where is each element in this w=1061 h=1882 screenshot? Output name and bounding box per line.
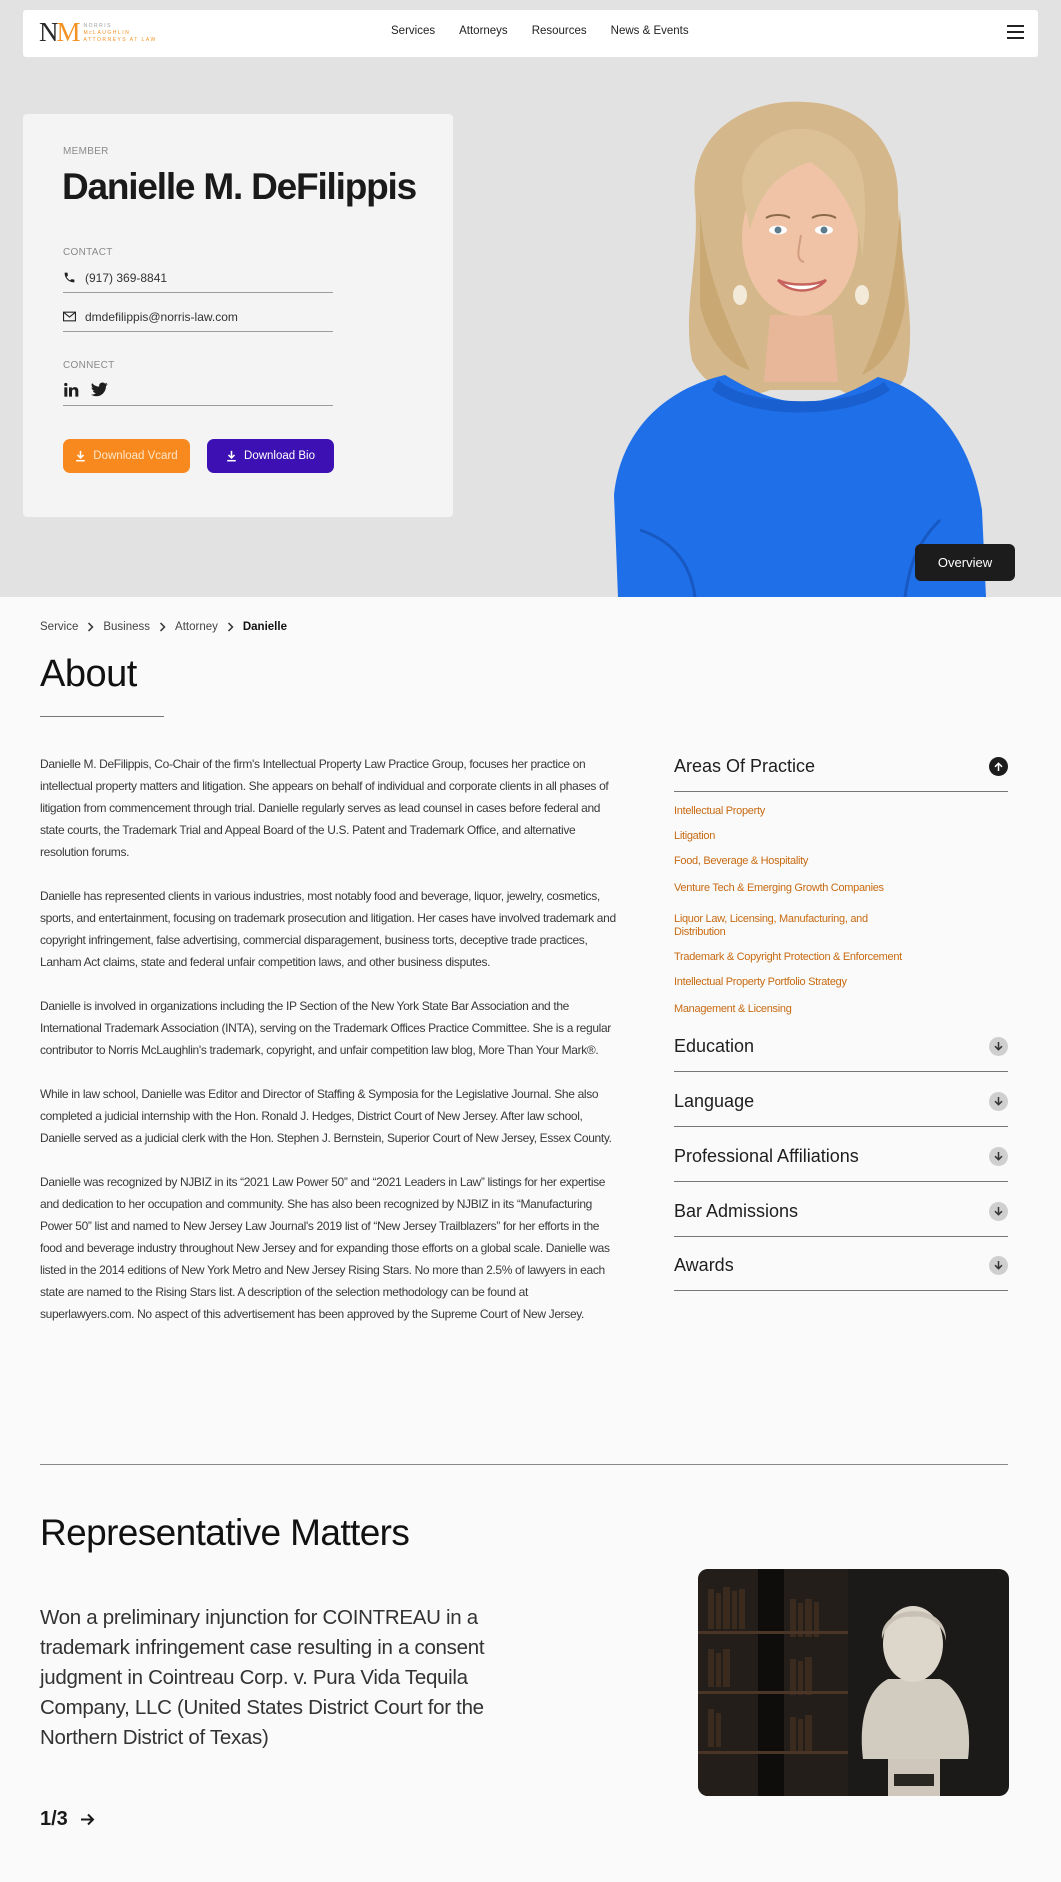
breadcrumb: Service Business Attorney Danielle [40, 621, 287, 633]
logo-monogram: NM [39, 17, 81, 47]
section-divider [40, 1464, 1008, 1465]
matter-description: Won a preliminary injunction for COINTRE… [40, 1606, 485, 1749]
accordion-title: Education [674, 1035, 755, 1056]
twitter-icon[interactable] [91, 382, 108, 397]
expand-down-icon[interactable] [989, 1091, 1008, 1111]
breadcrumb-current: Danielle [242, 621, 287, 633]
download-icon [227, 450, 236, 462]
practice-area-link[interactable]: Management & Licensing [674, 1003, 792, 1015]
breadcrumb-service[interactable]: Service [40, 621, 78, 633]
bio-paragraph: Danielle is involved in organizations in… [40, 999, 611, 1057]
chevron-right-icon [160, 622, 166, 632]
practice-area-link[interactable]: Liquor Law, Licensing, Manufacturing, an… [674, 913, 868, 925]
accordion-title: Bar Admissions [674, 1200, 799, 1221]
firm-logo[interactable]: NM NORRIS McLAUGHLIN ATTORNEYS AT LAW [39, 19, 157, 46]
nav-link-services[interactable]: Services [391, 25, 435, 37]
expand-down-icon[interactable] [989, 1146, 1008, 1166]
email-row[interactable]: dmdefilippis@norris-law.com [63, 302, 333, 332]
accordion-title: Language [674, 1090, 755, 1111]
page-indicator: 1/3 [40, 1808, 68, 1830]
expand-down-icon[interactable] [989, 1255, 1008, 1275]
representative-matters-heading: Representative Matters [40, 1512, 410, 1553]
profile-card: MEMBER Danielle M. DeFilippis CONTACT (9… [23, 114, 453, 517]
breadcrumb-business[interactable]: Business [103, 621, 150, 633]
about-heading: About [40, 653, 137, 695]
phone-row[interactable]: (917) 369-8841 [63, 263, 333, 293]
download-bio-button[interactable]: Download Bio [207, 439, 334, 473]
nav-link-attorneys[interactable]: Attorneys [459, 25, 508, 37]
phone-number[interactable]: (917) 369-8841 [85, 271, 167, 285]
about-divider [40, 716, 164, 717]
phone-icon [64, 272, 75, 283]
practice-area-link[interactable]: Litigation [674, 830, 715, 842]
attorney-portrait [614, 101, 986, 597]
bio-text: Danielle M. DeFilippis, Co-Chair of the … [40, 753, 616, 1347]
nav-links: Services Attorneys Resources News & Even… [391, 25, 689, 37]
expand-down-icon[interactable] [989, 1036, 1008, 1056]
top-navbar: NM NORRIS McLAUGHLIN ATTORNEYS AT LAW Se… [23, 10, 1038, 57]
accordion-education[interactable]: Education [674, 1021, 1008, 1072]
accordion-professional-affiliations[interactable]: Professional Affiliations [674, 1131, 1008, 1182]
accordion-title: Professional Affiliations [674, 1145, 859, 1166]
linkedin-icon[interactable] [63, 382, 79, 398]
member-label: MEMBER [63, 146, 109, 157]
practice-area-link[interactable]: Intellectual Property [674, 805, 765, 817]
practice-area-link[interactable]: Trademark & Copyright Protection & Enfor… [674, 951, 902, 963]
email-address[interactable]: dmdefilippis@norris-law.com [85, 310, 238, 324]
practice-area-link[interactable]: Distribution [674, 926, 726, 938]
connect-label: CONNECT [63, 360, 115, 371]
overview-button[interactable]: Overview [915, 544, 1015, 581]
practice-area-link[interactable]: Food, Beverage & Hospitality [674, 855, 808, 867]
bio-paragraph: While in law school, Danielle was Editor… [40, 1087, 612, 1145]
menu-icon[interactable] [1007, 25, 1024, 39]
hero-section: NM NORRIS McLAUGHLIN ATTORNEYS AT LAW Se… [0, 0, 1061, 597]
chevron-right-icon [227, 622, 234, 632]
logo-wordmark: NORRIS McLAUGHLIN ATTORNEYS AT LAW [83, 22, 157, 43]
download-vcard-button[interactable]: Download Vcard [63, 439, 190, 473]
nav-link-news-events[interactable]: News & Events [611, 25, 689, 37]
bio-paragraph: Danielle has represented clients in vari… [40, 889, 616, 969]
attorney-name: Danielle M. DeFilippis [62, 166, 417, 207]
accordion-bar-admissions[interactable]: Bar Admissions [674, 1186, 1008, 1237]
accordion-title: Areas Of Practice [674, 756, 816, 776]
arrow-right-icon[interactable] [80, 1813, 95, 1826]
mail-icon [63, 311, 76, 322]
matters-pager: 1/3 [40, 1808, 95, 1831]
collapse-up-icon[interactable] [989, 757, 1008, 776]
nav-link-resources[interactable]: Resources [532, 25, 587, 37]
accordion-title: Awards [674, 1254, 734, 1275]
practice-area-link[interactable]: Venture Tech & Emerging Growth Companies [674, 882, 884, 894]
accordion-awards[interactable]: Awards [674, 1240, 1008, 1291]
library-bust-image [698, 1569, 1009, 1796]
social-links [63, 380, 333, 406]
breadcrumb-attorney[interactable]: Attorney [175, 621, 218, 633]
practice-area-link[interactable]: Intellectual Property Portfolio Strategy [674, 976, 847, 988]
accordion-language[interactable]: Language [674, 1076, 1008, 1127]
download-icon [76, 450, 86, 462]
contact-label: CONTACT [63, 247, 113, 258]
bio-paragraph: Danielle was recognized by NJBIZ in its … [40, 1175, 610, 1321]
chevron-right-icon [88, 622, 94, 632]
expand-down-icon[interactable] [989, 1201, 1008, 1221]
bio-paragraph: Danielle M. DeFilippis, Co-Chair of the … [40, 757, 609, 859]
accordion-areas-of-practice[interactable]: Areas Of Practice [674, 742, 1008, 792]
